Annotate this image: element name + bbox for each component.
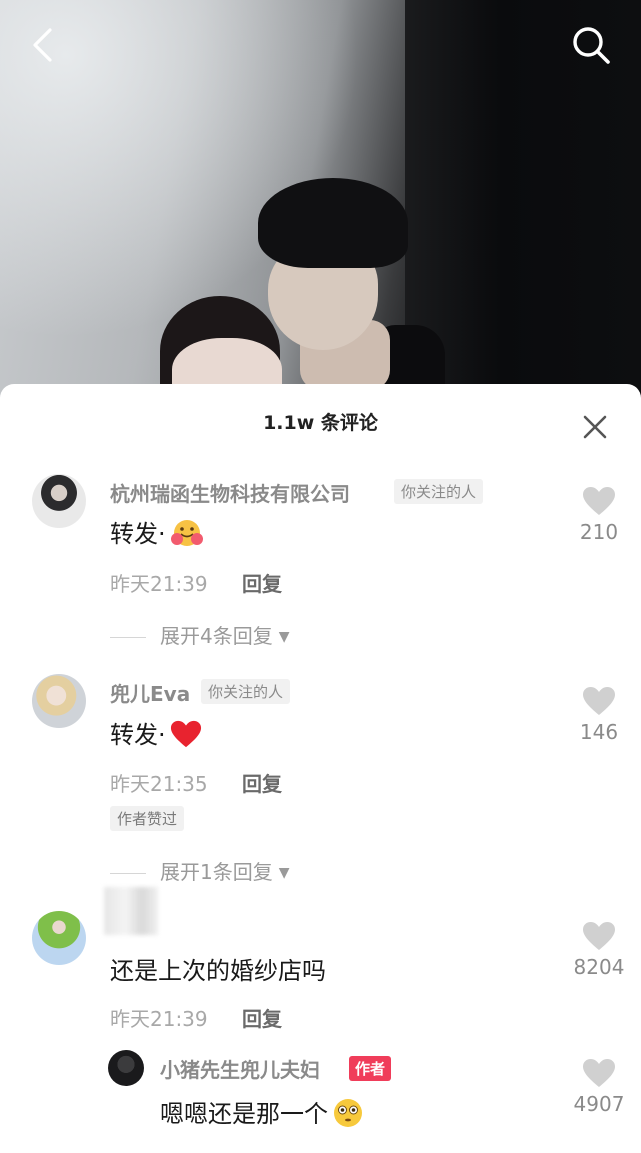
following-tag: 你关注的人 bbox=[201, 679, 291, 704]
back-button[interactable] bbox=[20, 22, 66, 68]
comment-text: 还是上次的婚纱店吗 bbox=[110, 957, 326, 985]
expand-replies-button[interactable]: 展开1条回复 ▼ bbox=[110, 856, 290, 885]
comment-username[interactable]: 杭州瑞函生物科技有限公司 bbox=[110, 478, 350, 507]
divider-line bbox=[110, 873, 146, 874]
avatar[interactable] bbox=[108, 1050, 144, 1086]
like-count: 8204 bbox=[573, 955, 625, 979]
chevron-left-icon bbox=[33, 28, 52, 62]
like-button[interactable]: 8204 bbox=[570, 921, 628, 979]
blurred-username[interactable] bbox=[104, 887, 158, 935]
reply-button[interactable]: 回复 bbox=[242, 768, 282, 797]
expand-replies-button[interactable]: 展开4条回复 ▼ bbox=[110, 620, 290, 649]
heart-icon bbox=[583, 687, 615, 715]
comment-time: 昨天21:35 bbox=[110, 772, 208, 796]
close-icon bbox=[583, 415, 607, 439]
hugging-face-icon bbox=[170, 518, 204, 554]
comment-text-content: 转发· bbox=[110, 721, 166, 749]
reply-button[interactable]: 回复 bbox=[242, 568, 282, 597]
close-button[interactable] bbox=[580, 412, 610, 442]
like-count: 146 bbox=[579, 720, 619, 744]
following-tag: 你关注的人 bbox=[394, 479, 484, 504]
avatar[interactable] bbox=[32, 474, 86, 528]
like-button[interactable]: 146 bbox=[570, 686, 628, 744]
avatar[interactable] bbox=[32, 674, 86, 728]
author-liked-badge: 作者赞过 bbox=[110, 806, 185, 831]
comment-text-content: 转发· bbox=[110, 520, 166, 548]
author-tag: 作者 bbox=[349, 1056, 392, 1081]
comment-count-title: 1.1w 条评论 bbox=[263, 412, 378, 434]
search-icon bbox=[573, 27, 610, 64]
search-button[interactable] bbox=[568, 22, 614, 68]
comment-text: 转发· bbox=[110, 715, 202, 755]
expand-replies-label: 展开1条回复 bbox=[160, 860, 273, 884]
comment-time: 昨天21:39 bbox=[110, 1007, 208, 1031]
like-count: 210 bbox=[579, 520, 619, 544]
heart-icon bbox=[583, 487, 615, 515]
comment-time: 昨天21:39 bbox=[110, 572, 208, 596]
like-button[interactable]: 210 bbox=[570, 486, 628, 544]
video-player[interactable] bbox=[0, 0, 641, 400]
expand-replies-label: 展开4条回复 bbox=[160, 624, 273, 648]
caret-down-icon: ▼ bbox=[278, 865, 290, 881]
red-heart-icon bbox=[170, 719, 202, 755]
comment-sheet: 1.1w 条评论 杭州瑞函生物科技有限公司 你关注的人 转发· 昨天21:39 bbox=[0, 384, 641, 1153]
man-hair bbox=[258, 178, 408, 268]
comment-username[interactable]: 兜儿Eva bbox=[110, 678, 190, 707]
reply-text-content: 嗯嗯还是那一个 bbox=[160, 1100, 328, 1128]
flushed-face-icon bbox=[332, 1098, 364, 1134]
avatar[interactable] bbox=[32, 911, 86, 965]
divider-line bbox=[110, 637, 146, 638]
like-button[interactable]: 4907 bbox=[570, 1058, 628, 1116]
reply-text: 嗯嗯还是那一个 bbox=[160, 1094, 364, 1134]
heart-icon bbox=[583, 922, 615, 950]
heart-icon bbox=[583, 1059, 615, 1087]
like-count: 4907 bbox=[573, 1092, 625, 1116]
reply-username[interactable]: 小猪先生兜儿夫妇 bbox=[160, 1054, 320, 1083]
caret-down-icon: ▼ bbox=[278, 629, 290, 645]
comment-text: 转发· bbox=[110, 514, 204, 554]
reply-button[interactable]: 回复 bbox=[242, 1003, 282, 1032]
